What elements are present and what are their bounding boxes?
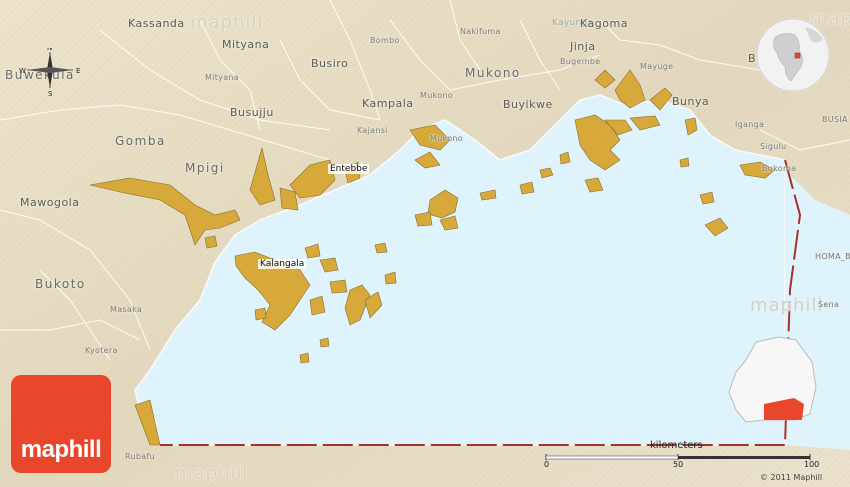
place-label: Mukono [420, 91, 453, 100]
place-label: Jinja [570, 40, 596, 53]
compass-south: S [48, 90, 53, 98]
place-label: Sigulu [760, 142, 787, 151]
place-label: Masaka [110, 305, 143, 314]
watermark: maphill [190, 12, 264, 33]
place-label: Gomba [115, 134, 166, 148]
place-label: Buyikwe [503, 98, 553, 111]
place-label: Mityana [205, 73, 239, 82]
place-label: Busiro [311, 57, 349, 70]
place-label: Bugembe [560, 57, 601, 66]
place-label: Bukoma [762, 164, 797, 173]
compass-north: N [47, 48, 52, 52]
place-label: Busujju [230, 106, 274, 119]
compass-rose-icon: N S W E [15, 44, 85, 98]
logo-text: maphill [20, 436, 102, 463]
place-label: HOMA_BA [815, 252, 850, 261]
copyright: © 2011 Maphill [760, 473, 823, 482]
place-label: Bunya [672, 95, 710, 108]
globe-locator-icon [755, 17, 831, 93]
watermark: maphill [750, 295, 824, 316]
place-label: Bombo [370, 36, 400, 45]
place-label: Sena [818, 300, 840, 309]
uganda-inset-icon [724, 332, 824, 432]
city-label-kalangala: Kalangala [258, 259, 307, 269]
place-label: Nakifuma [460, 27, 501, 36]
city-label-entebbe: Entebbe [328, 164, 370, 174]
maphill-logo[interactable]: maphill [11, 375, 111, 473]
compass-west: W [19, 67, 26, 75]
place-label: Kampala [362, 97, 414, 110]
scale-tick: 100 [804, 460, 820, 469]
place-label: Kagoma [580, 17, 628, 30]
place-label: BUSIA [822, 115, 848, 124]
relief-map [0, 0, 850, 487]
place-label: Bukoto [35, 277, 86, 291]
place-label: Mayuge [640, 62, 674, 71]
place-label: Rubafu [125, 452, 155, 461]
scale-tick: 50 [673, 460, 684, 469]
place-label: Mukono [430, 134, 463, 143]
compass-east: E [76, 67, 80, 75]
place-label: Kajansi [357, 126, 388, 135]
map-canvas[interactable]: maphill maphill maphill maphill Kassanda… [0, 0, 850, 487]
place-label: Mawogola [20, 196, 80, 209]
place-label: Kyotera [85, 346, 118, 355]
scale-tick: 0 [544, 460, 550, 469]
place-label: Mukono [465, 66, 521, 80]
watermark: maphill [175, 463, 249, 484]
place-label: Mpigi [185, 161, 225, 175]
place-label: Iganga [735, 120, 765, 129]
place-label: Mityana [222, 38, 270, 51]
place-label: Kassanda [128, 17, 185, 30]
